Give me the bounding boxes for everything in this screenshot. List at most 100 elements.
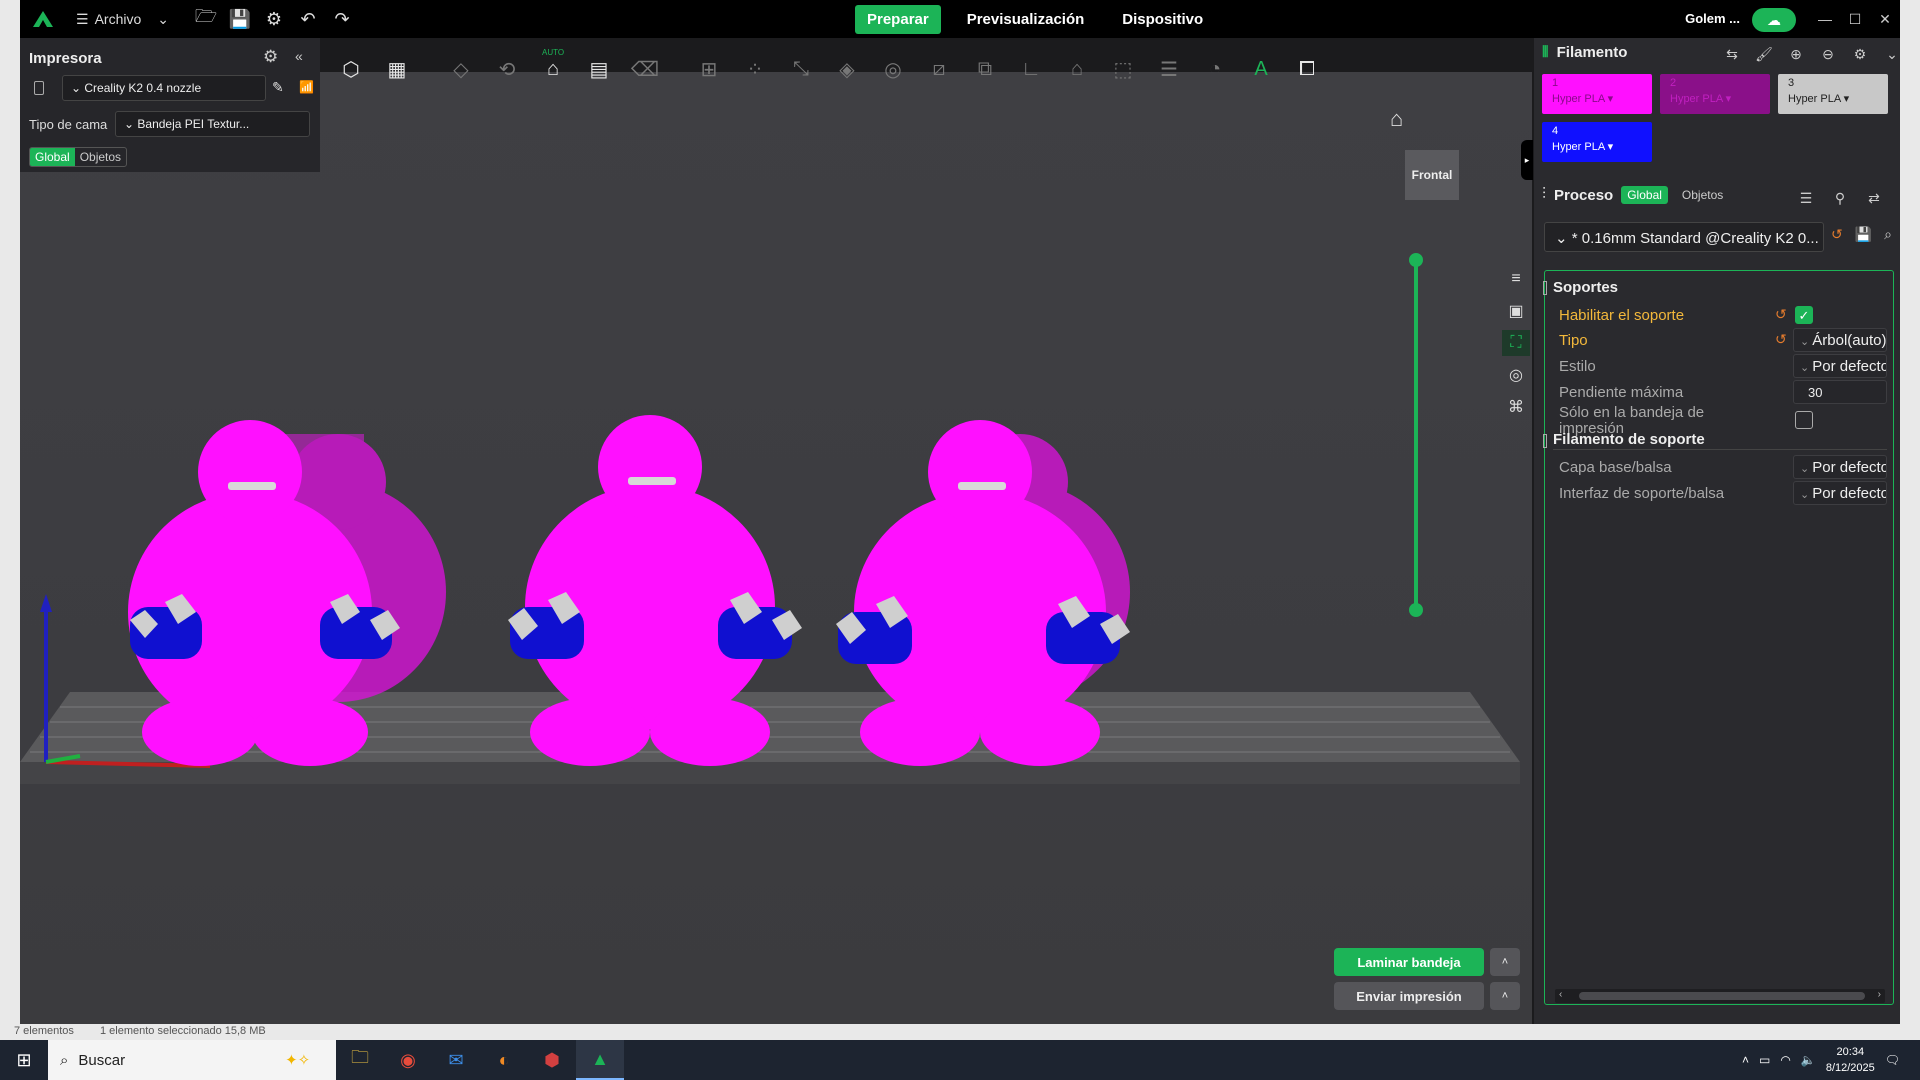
view-cube[interactable]: Frontal	[1405, 150, 1459, 200]
outlook-icon[interactable]: ✉	[432, 1040, 480, 1080]
support-style-select[interactable]: ⌄ Por defecto	[1793, 354, 1887, 378]
undo-icon[interactable]: ↶	[291, 0, 325, 38]
chevron-up-icon[interactable]: ˄	[1742, 1053, 1749, 1067]
filament-slot-3[interactable]: 3 Hyper PLA ▾	[1778, 74, 1888, 114]
filament-slot-1[interactable]: 1 Hyper PLA ▾	[1542, 74, 1652, 114]
toggle-right-panel-icon[interactable]: ▸	[1521, 140, 1533, 180]
account-name[interactable]: Golem ...	[1685, 11, 1740, 26]
target-icon[interactable]: ◎	[1502, 362, 1530, 388]
clock[interactable]: 20:34 8/12/2025	[1826, 1044, 1875, 1076]
interface-select[interactable]: ⌄ Por defecto	[1793, 481, 1887, 505]
cloud-upload-button[interactable]: ☁	[1752, 8, 1796, 32]
support-type-select[interactable]: ⌄ Árbol(auto)	[1793, 328, 1887, 352]
slice-plate-button[interactable]: Laminar bandeja	[1334, 948, 1484, 976]
arrange-icon[interactable]: ▤	[578, 48, 620, 90]
blender-icon[interactable]: ◐	[480, 1040, 528, 1080]
scroll-thumb[interactable]	[1579, 992, 1865, 1000]
tab-dispositivo[interactable]: Dispositivo	[1110, 5, 1215, 34]
reset-value-icon[interactable]: ↺	[1775, 306, 1787, 323]
list-view-icon[interactable]: ☰	[1794, 186, 1818, 210]
text-tool-icon[interactable]: A	[1240, 48, 1282, 90]
boolean-icon[interactable]: ⧉	[964, 48, 1006, 90]
eraser-icon[interactable]: ⌫	[624, 48, 666, 90]
filament-slot-4[interactable]: 4 Hyper PLA ▾	[1542, 122, 1652, 162]
view-3d-icon[interactable]: ◈	[826, 48, 868, 90]
taskbar-search[interactable]: ⌕ Buscar ✦✧	[48, 1040, 336, 1080]
remove-filament-icon[interactable]: ⊖	[1816, 42, 1840, 66]
collapse-panel-icon[interactable]: «	[295, 48, 303, 64]
color-paint-icon[interactable]: ◔	[1194, 48, 1236, 90]
chevron-double-down-icon[interactable]: ⌄	[1880, 42, 1904, 66]
layer-height-icon[interactable]: ☰	[1148, 48, 1190, 90]
chrome-icon[interactable]: ◉	[384, 1040, 432, 1080]
add-filament-icon[interactable]: ⊕	[1784, 42, 1808, 66]
file-explorer-icon[interactable]: 🗀	[336, 1040, 384, 1080]
slicer-3d-icon[interactable]: ⬢	[528, 1040, 576, 1080]
orient-icon[interactable]: ◇	[440, 48, 482, 90]
scroll-left-icon[interactable]: ‹	[1559, 989, 1562, 1000]
outline-icon[interactable]: ▣	[1502, 298, 1530, 324]
close-icon[interactable]: ✕	[1870, 0, 1900, 38]
scale-icon[interactable]: ⤡	[780, 48, 822, 90]
layer-slider[interactable]	[1409, 253, 1423, 617]
measure-icon[interactable]: ∟	[1010, 48, 1052, 90]
support-view-icon[interactable]: ⛶	[1502, 330, 1530, 356]
svg-tool-icon[interactable]: ⧠	[1286, 48, 1328, 90]
slider-bottom-knob[interactable]	[1409, 603, 1423, 617]
auto-orient-icon[interactable]: AUTO ⌂	[532, 48, 574, 90]
reset-value-icon[interactable]: ↺	[1775, 331, 1787, 348]
tab-preparar[interactable]: Preparar	[855, 5, 941, 34]
filament-slot-2[interactable]: 2 Hyper PLA ▾	[1660, 74, 1770, 114]
layers-icon[interactable]: ≡	[1502, 266, 1530, 292]
plate-grid-icon[interactable]: ▦	[376, 48, 418, 90]
maximize-icon[interactable]: ☐	[1840, 0, 1870, 38]
hollow-icon[interactable]: ◎	[872, 48, 914, 90]
send-print-button[interactable]: Enviar impresión	[1334, 982, 1484, 1010]
add-model-cube-icon[interactable]: ⬡	[330, 48, 372, 90]
split-parts-icon[interactable]: ⁘	[734, 48, 776, 90]
home-view-icon[interactable]: ⌂	[1390, 106, 1403, 132]
filament-settings-gear-icon[interactable]: ⚙	[1848, 42, 1872, 66]
file-menu[interactable]: ☰ Archivo ⌄	[76, 11, 169, 28]
scroll-right-icon[interactable]: ›	[1878, 989, 1881, 1000]
base-layer-select[interactable]: ⌄ Por defecto	[1793, 455, 1887, 479]
golem-model-3[interactable]	[836, 420, 1130, 766]
save-profile-icon[interactable]: 💾	[1855, 226, 1872, 243]
bed-only-checkbox[interactable]	[1795, 411, 1813, 429]
redo-icon[interactable]: ↷	[325, 0, 359, 38]
seam-icon[interactable]: ⬚	[1102, 48, 1144, 90]
windows-start-icon[interactable]: ⊞	[0, 1040, 48, 1080]
minimize-icon[interactable]: —	[1810, 0, 1840, 38]
reset-profile-icon[interactable]: ↺	[1831, 226, 1843, 243]
objects-icon[interactable]: ⌘	[1502, 394, 1530, 420]
open-folder-icon[interactable]: 🗁	[189, 0, 223, 38]
process-scope-objects[interactable]: Objetos	[1676, 186, 1729, 204]
horizontal-scrollbar[interactable]: ‹ ›	[1555, 989, 1885, 1003]
notification-icon[interactable]: 🗨	[1885, 1053, 1900, 1067]
golem-model-2[interactable]	[508, 415, 802, 766]
creality-print-icon[interactable]: ▲	[576, 1040, 624, 1080]
process-profile-select[interactable]: ⌄ * 0.16mm Standard @Creality K2 0...	[1544, 222, 1824, 252]
rotate-icon[interactable]: ⟲	[486, 48, 528, 90]
slice-options-caret-icon[interactable]: ˄	[1490, 948, 1520, 976]
advanced-toggle-icon[interactable]: ⇄	[1862, 186, 1886, 210]
volume-icon[interactable]: 🔈	[1801, 1053, 1816, 1067]
tab-previsualizacion[interactable]: Previsualización	[955, 5, 1097, 34]
sync-filament-icon[interactable]: ⇆	[1720, 42, 1744, 66]
support-paint-icon[interactable]: ⌂	[1056, 48, 1098, 90]
cut-icon[interactable]: ⧄	[918, 48, 960, 90]
wifi-icon[interactable]: ◠	[1780, 1053, 1790, 1067]
gear-icon[interactable]: ⚙	[257, 0, 291, 38]
printer-settings-gear-icon[interactable]: ⚙	[263, 47, 278, 67]
save-icon[interactable]: 💾	[223, 0, 257, 38]
split-objects-icon[interactable]: ⊞	[688, 48, 730, 90]
paint-brush-icon[interactable]: 🖌	[1752, 42, 1776, 66]
process-scope-global[interactable]: Global	[1621, 186, 1668, 204]
search-icon[interactable]: ⌕	[1884, 226, 1892, 243]
slider-top-knob[interactable]	[1409, 253, 1423, 267]
max-slope-input[interactable]: 30	[1793, 380, 1887, 404]
device-icon[interactable]: ▭	[1759, 1053, 1770, 1067]
send-options-caret-icon[interactable]: ˄	[1490, 982, 1520, 1010]
compare-icon[interactable]: ⚲	[1828, 186, 1852, 210]
enable-support-checkbox[interactable]: ✓	[1795, 306, 1813, 324]
